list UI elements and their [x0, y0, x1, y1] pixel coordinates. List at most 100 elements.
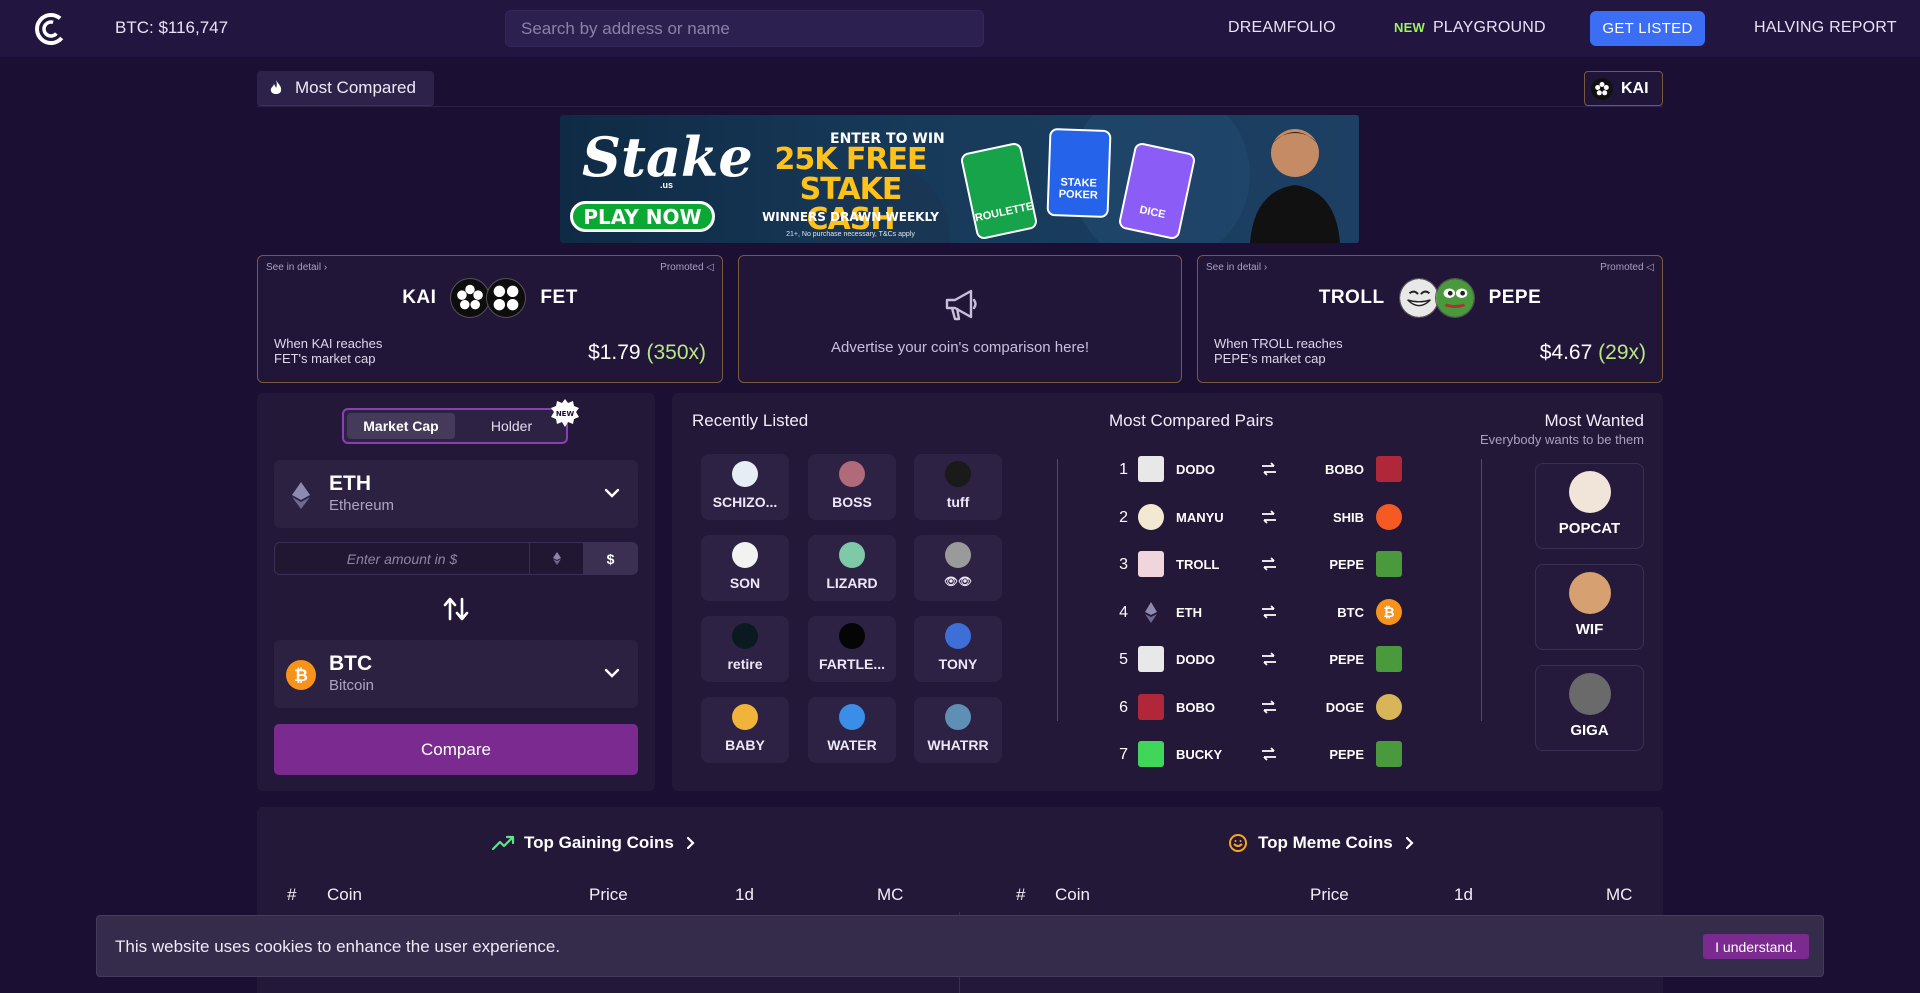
to-coin-select[interactable]: ₿ BTC Bitcoin: [274, 640, 638, 708]
coin-label: SCHIZO...: [712, 494, 778, 510]
coin-avatar: [732, 542, 758, 568]
coin-avatar: [1138, 646, 1164, 672]
recently-listed-item[interactable]: SCHIZO...: [701, 454, 789, 520]
when-line-1: When KAI reaches: [274, 336, 383, 351]
projected-price: $1.79 (350x): [588, 341, 706, 365]
tab-holder[interactable]: Holder: [459, 413, 564, 439]
see-in-detail-link[interactable]: See in detail ›: [266, 262, 327, 273]
unit-eth-toggle[interactable]: [529, 543, 583, 574]
compared-pair-row[interactable]: 6 BOBO DOGE: [1114, 694, 1454, 722]
pair-coin-a: MANYU: [1176, 510, 1224, 525]
pair-rank: 7: [1119, 746, 1128, 763]
to-coin-name: Bitcoin: [329, 677, 375, 694]
troll-coin-icon: [1398, 278, 1439, 318]
when-text: When TROLL reaches PEPE's market cap: [1214, 336, 1343, 366]
compared-pair-row[interactable]: 3 TROLL PEPE: [1114, 551, 1454, 579]
tab-market-cap[interactable]: Market Cap: [347, 413, 455, 439]
coin-label: GIGA: [1570, 722, 1609, 739]
price-value: $1.79: [588, 341, 641, 364]
cookie-accept-button[interactable]: I understand.: [1703, 934, 1809, 959]
most-wanted-title: Most Wanted: [1544, 411, 1644, 430]
recently-listed-item[interactable]: FARTLE...: [808, 616, 896, 682]
coin-avatar: [1138, 456, 1164, 482]
nav-dreamfolio-link[interactable]: DREAMFOLIO: [1228, 19, 1336, 37]
most-compared-pairs-title: Most Compared Pairs: [1109, 411, 1274, 430]
recently-listed-title: Recently Listed: [692, 411, 809, 430]
col-header-mc[interactable]: MC: [1606, 885, 1632, 905]
amount-input[interactable]: [275, 543, 529, 574]
recently-listed-item[interactable]: TONY: [914, 616, 1002, 682]
arrows-exchange-icon: [1262, 462, 1276, 476]
compare-button[interactable]: Compare: [274, 724, 638, 775]
mode-toggle: Market Cap Holder: [342, 408, 568, 444]
coin-label: 👁👁: [944, 576, 972, 588]
col-header-mc[interactable]: MC: [877, 885, 903, 905]
pair-coin-b: PEPE: [1329, 652, 1364, 667]
from-coin-select[interactable]: ETH Ethereum: [274, 460, 638, 528]
site-logo-icon[interactable]: [34, 12, 68, 46]
col-header-price[interactable]: Price: [1310, 885, 1349, 905]
most-compared-label: Most Compared: [295, 78, 416, 97]
top-meme-coins-link[interactable]: Top Meme Coins: [1228, 833, 1417, 853]
compared-pair-row[interactable]: 4 ETH BTC ₿: [1114, 599, 1454, 627]
search-input[interactable]: [505, 10, 984, 47]
nav-halving-report-link[interactable]: HALVING REPORT: [1754, 19, 1897, 37]
cookie-message: This website uses cookies to enhance the…: [115, 937, 561, 956]
compared-pair-row[interactable]: 2 MANYU SHIB: [1114, 504, 1454, 532]
promo-comparison-card-2[interactable]: See in detail › Promoted ◁ TROLL PEPE Wh…: [1197, 255, 1663, 383]
chevron-down-icon: [604, 488, 620, 498]
recently-listed-item[interactable]: WATER: [808, 697, 896, 763]
advertise-card[interactable]: Advertise your coin's comparison here!: [738, 255, 1182, 383]
recently-listed-item[interactable]: WHATRR: [914, 697, 1002, 763]
col-header-coin: Coin: [1055, 885, 1090, 904]
most-wanted-item[interactable]: POPCAT: [1535, 463, 1644, 549]
most-wanted-item[interactable]: GIGA: [1535, 665, 1644, 751]
recently-listed-item[interactable]: BOSS: [808, 454, 896, 520]
new-badge: NEW: [1394, 20, 1425, 35]
to-coin-symbol: BTC: [329, 652, 373, 675]
unit-usd-toggle[interactable]: $: [583, 543, 638, 574]
nav-playground-link[interactable]: NEW PLAYGROUND: [1394, 19, 1546, 37]
compared-pair-row[interactable]: 5 DODO PEPE: [1114, 646, 1454, 674]
arrows-exchange-icon: [1262, 700, 1276, 714]
most-wanted-item[interactable]: WIF: [1535, 564, 1644, 650]
projected-price: $4.67 (29x): [1540, 341, 1646, 365]
swap-icon[interactable]: [442, 595, 470, 623]
stake-ad-banner[interactable]: Stake .us PLAY NOW ENTER TO WIN 25K FREE…: [560, 115, 1359, 243]
banner-person-image: [1250, 129, 1340, 243]
see-in-detail-link[interactable]: See in detail ›: [1206, 262, 1267, 273]
compared-pair-row[interactable]: 7 BUCKY PEPE: [1114, 741, 1454, 769]
col-header-1d[interactable]: 1d: [735, 885, 754, 905]
coin-avatar: [732, 704, 758, 730]
get-listed-button[interactable]: GET LISTED: [1590, 11, 1705, 46]
coin-avatar: [1376, 551, 1402, 577]
bitcoin-icon: ₿: [1376, 599, 1402, 625]
recently-listed-item[interactable]: BABY: [701, 697, 789, 763]
coin-avatar: [1568, 471, 1611, 513]
promo-comparison-card-1[interactable]: See in detail › Promoted ◁ KAI FET When …: [257, 255, 723, 383]
pair-coin-b: BTC: [1337, 605, 1364, 620]
play-now-button[interactable]: PLAY NOW: [570, 201, 715, 232]
col-header-rank: #: [1016, 885, 1026, 904]
col-header-1d[interactable]: 1d: [1454, 885, 1473, 905]
nav-playground-label: PLAYGROUND: [1432, 19, 1546, 36]
see-in-detail-label: See in detail: [266, 262, 322, 273]
pair-coin-a: TROLL: [1176, 557, 1220, 572]
recently-listed-item[interactable]: LIZARD: [808, 535, 896, 601]
coin-label: BABY: [725, 737, 765, 753]
compared-pair-row[interactable]: 1 DODO BOBO: [1114, 456, 1454, 484]
most-compared-tab[interactable]: Most Compared: [257, 71, 434, 106]
recently-listed-item[interactable]: 👁👁: [914, 535, 1002, 601]
btc-price-ticker: BTC: $116,747: [115, 18, 229, 37]
coin-avatar: [1138, 504, 1164, 530]
pair-coin-b: PEPE: [1329, 557, 1364, 572]
col-header-price[interactable]: Price: [589, 885, 628, 905]
coin-avatar: [945, 704, 971, 730]
top-gaining-coins-link[interactable]: Top Gaining Coins: [492, 833, 698, 853]
kai-chip[interactable]: KAI: [1584, 71, 1663, 106]
recently-listed-item[interactable]: tuff: [914, 454, 1002, 520]
banner-winners-text: WINNERS DRAWN WEEKLY: [762, 210, 939, 224]
recently-listed-item[interactable]: SON: [701, 535, 789, 601]
chevron-right-icon: [686, 836, 695, 850]
recently-listed-item[interactable]: retire: [701, 616, 789, 682]
